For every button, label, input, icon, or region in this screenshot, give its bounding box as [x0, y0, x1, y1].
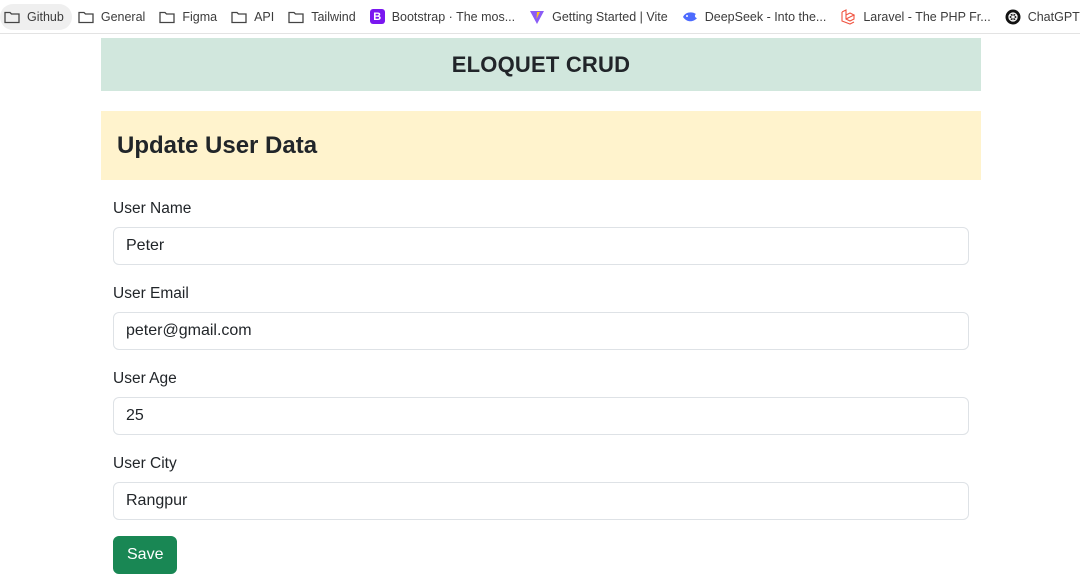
- deepseek-icon: [682, 9, 698, 25]
- bookmark-label: General: [100, 9, 146, 24]
- bookmark-deepseek[interactable]: DeepSeek - Into the...: [678, 4, 835, 30]
- bootstrap-icon: B: [369, 9, 385, 24]
- bookmark-bootstrap[interactable]: B Bootstrap · The mos...: [366, 4, 523, 30]
- user-name-input[interactable]: [113, 227, 969, 265]
- bookmark-label: API: [254, 9, 275, 24]
- laravel-icon: [840, 8, 856, 25]
- user-email-label: User Email: [113, 285, 189, 302]
- bookmark-label: DeepSeek - Into the...: [704, 9, 827, 24]
- bookmark-figma[interactable]: Figma: [155, 4, 225, 30]
- user-name-label: User Name: [113, 200, 192, 217]
- folder-icon: [288, 9, 304, 25]
- folder-icon: [231, 9, 247, 25]
- bookmark-label: Github: [27, 9, 64, 24]
- bookmark-label: Getting Started | Vite: [552, 9, 668, 24]
- user-age-input[interactable]: [113, 397, 969, 435]
- bookmark-label: Figma: [182, 9, 218, 24]
- folder-icon: [78, 9, 94, 25]
- bookmark-label: ChatGPT: [1027, 9, 1080, 24]
- folder-icon: [159, 9, 175, 25]
- folder-icon: [4, 9, 20, 25]
- main-container: ELOQUET CRUD Update User Data User Name …: [101, 38, 981, 574]
- bookmark-label: Bootstrap · The mos...: [391, 9, 516, 24]
- bookmark-github[interactable]: Github: [0, 3, 72, 30]
- bookmarks-bar: Github General Figma API Tailwind B Boot…: [0, 0, 1080, 34]
- bookmark-tailwind[interactable]: Tailwind: [284, 4, 363, 30]
- bookmark-vite[interactable]: Getting Started | Vite: [525, 4, 676, 30]
- bookmark-label: Tailwind: [311, 9, 356, 24]
- save-button[interactable]: Save: [113, 536, 178, 574]
- bookmark-laravel[interactable]: Laravel - The PHP Fr...: [836, 4, 998, 30]
- user-email-input[interactable]: [113, 312, 969, 350]
- app-title: ELOQUET CRUD: [101, 38, 981, 91]
- page-title: Update User Data: [101, 111, 981, 180]
- vite-icon: [529, 9, 545, 25]
- update-user-form: User Name User Email User Age User City …: [101, 200, 981, 574]
- user-city-label: User City: [113, 455, 177, 472]
- bookmark-label: Laravel - The PHP Fr...: [863, 9, 991, 24]
- bookmark-chatgpt[interactable]: ChatGPT: [1001, 4, 1080, 30]
- user-city-input[interactable]: [113, 482, 969, 520]
- chatgpt-icon: [1005, 9, 1021, 25]
- user-age-label: User Age: [113, 370, 177, 387]
- bookmark-general[interactable]: General: [74, 4, 153, 30]
- bookmark-api[interactable]: API: [227, 4, 282, 30]
